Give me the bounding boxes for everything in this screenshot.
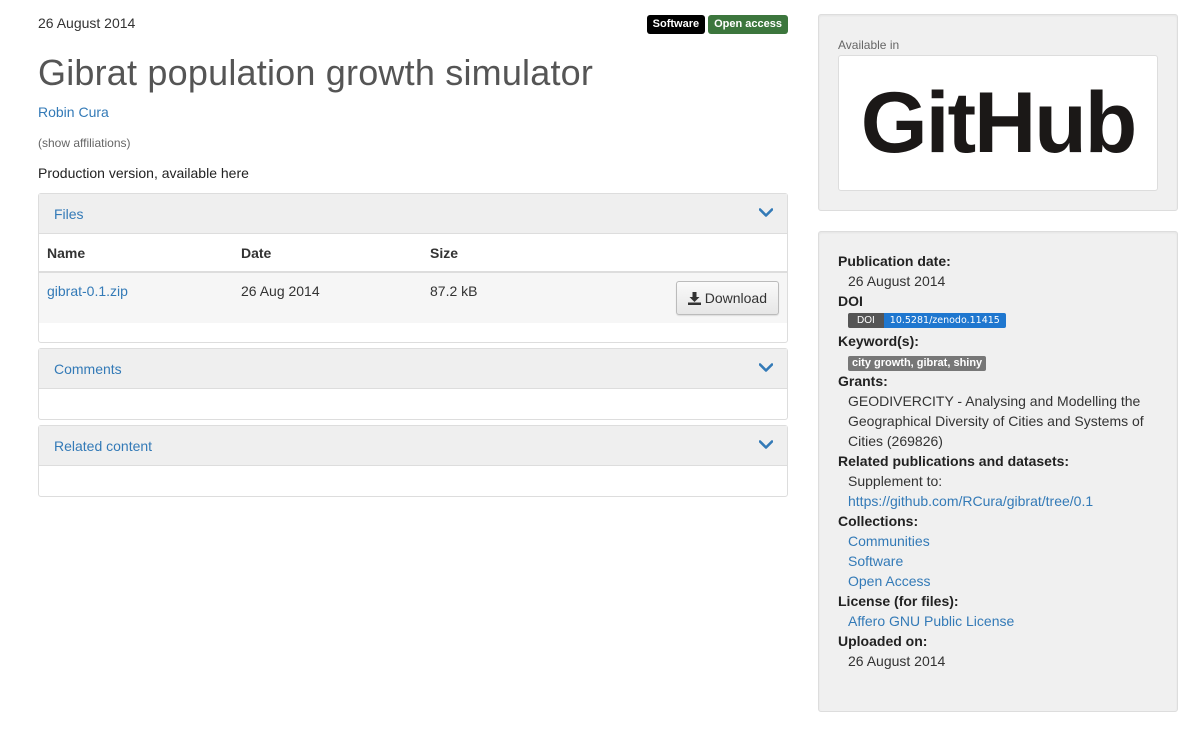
keywords-badge: city growth, gibrat, shiny [848, 356, 987, 371]
related-panel-title[interactable]: Related content [54, 438, 152, 454]
files-panel: Files Name Date Size gibrat-0.1.zip 26 A… [38, 193, 788, 343]
metadata-list: Publication date: 26 August 2014 DOI DOI… [838, 251, 1158, 671]
open-access-badge: Open access [708, 15, 788, 34]
related-type: Supplement to: [848, 473, 943, 489]
uploaded-label: Uploaded on: [838, 633, 928, 649]
files-table-header: Name Date Size [39, 234, 787, 273]
collections-list: Communities Software Open Access [838, 531, 1158, 591]
software-badge: Software [646, 15, 706, 34]
table-row: gibrat-0.1.zip 26 Aug 2014 87.2 kB Downl… [39, 273, 787, 323]
related-content-panel: Related content [38, 425, 788, 497]
grant-value: GEODIVERCITY - Analysing and Modelling t… [848, 393, 1144, 449]
download-icon [687, 291, 701, 305]
comments-panel: Comments [38, 348, 788, 420]
record-title: Gibrat population growth simulator [38, 52, 594, 93]
show-affiliations-link[interactable]: (show affiliations) [38, 136, 130, 150]
publication-date-label: Publication date: [838, 253, 951, 269]
doi-label: DOI [838, 293, 863, 309]
chevron-down-icon[interactable] [759, 363, 773, 373]
keywords-label: Keyword(s): [838, 333, 919, 349]
record-badges: Software Open access [646, 15, 788, 34]
doi-badge[interactable]: DOI 10.5281/zenodo.11415 [848, 313, 1006, 328]
doi-badge-value: 10.5281/zenodo.11415 [883, 313, 1006, 328]
author-link[interactable]: Robin Cura [38, 104, 109, 120]
column-size: Size [430, 245, 459, 261]
collection-link-open-access[interactable]: Open Access [848, 571, 1158, 591]
publication-date: 26 August 2014 [38, 15, 136, 31]
publication-date-value: 26 August 2014 [848, 273, 946, 289]
available-in-box: Available in GitHub [818, 14, 1178, 211]
related-publication-link[interactable]: https://github.com/RCura/gibrat/tree/0.1 [848, 491, 1158, 511]
available-in-label: Available in [838, 38, 900, 52]
files-table: Name Date Size gibrat-0.1.zip 26 Aug 201… [39, 234, 787, 323]
related-panel-header[interactable]: Related content [39, 426, 787, 466]
github-logo: GitHub [860, 75, 1138, 171]
doi-badge-prefix: DOI [848, 313, 884, 328]
files-panel-title[interactable]: Files [54, 206, 84, 222]
license-label: License (for files): [838, 593, 959, 609]
comments-panel-title[interactable]: Comments [54, 361, 122, 377]
license-link[interactable]: Affero GNU Public License [848, 611, 1158, 631]
collection-link-communities[interactable]: Communities [848, 531, 1158, 551]
chevron-down-icon[interactable] [759, 440, 773, 450]
chevron-down-icon[interactable] [759, 208, 773, 218]
uploaded-value: 26 August 2014 [848, 653, 946, 669]
record-metadata: Publication date: 26 August 2014 DOI DOI… [818, 231, 1178, 712]
collection-link-software[interactable]: Software [848, 551, 1158, 571]
related-publications-label: Related publications and datasets: [838, 453, 1070, 469]
record-description: Production version, available here [38, 165, 249, 181]
column-date: Date [241, 245, 272, 261]
collections-label: Collections: [838, 513, 919, 529]
github-link[interactable]: GitHub [838, 55, 1158, 191]
files-panel-header[interactable]: Files [39, 194, 787, 234]
file-name-link[interactable]: gibrat-0.1.zip [47, 283, 128, 299]
file-size: 87.2 kB [430, 283, 478, 299]
comments-panel-header[interactable]: Comments [39, 349, 787, 389]
download-label: Download [704, 290, 767, 306]
download-button[interactable]: Download [675, 281, 779, 315]
file-date: 26 Aug 2014 [241, 283, 320, 299]
grants-label: Grants: [838, 373, 888, 389]
column-name: Name [47, 245, 86, 261]
